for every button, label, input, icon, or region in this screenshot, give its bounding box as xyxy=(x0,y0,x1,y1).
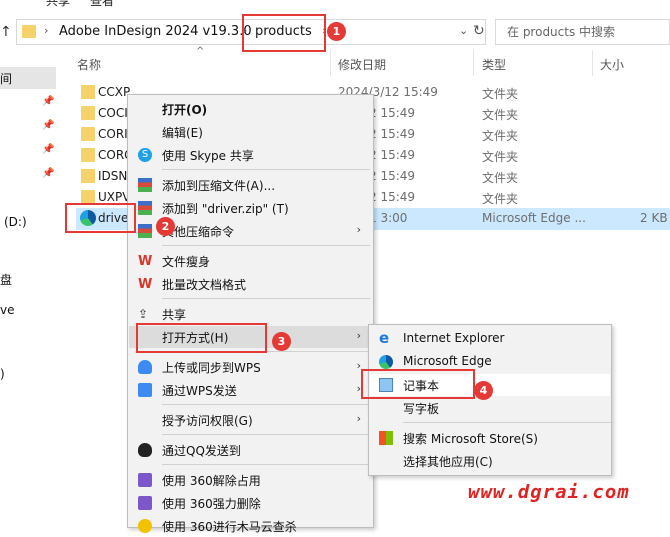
annotation-box-3 xyxy=(136,323,267,353)
menu-item-360-unlock[interactable]: 使用 360解除占用 xyxy=(129,469,373,491)
shredder-360-icon xyxy=(138,496,152,510)
annotation-box-2 xyxy=(65,203,136,233)
menu-item-edit[interactable]: 编辑(E) xyxy=(129,121,373,143)
submenu-item-store[interactable]: 搜索 Microsoft Store(S) xyxy=(370,427,610,449)
navigation-pane: 间 📌 📌 📌 📌 (D:) 盘 ve ) xyxy=(0,50,60,528)
qq-icon xyxy=(138,443,152,457)
chevron-right-icon: › xyxy=(356,223,361,236)
chevron-right-icon[interactable]: › xyxy=(44,24,48,37)
column-type[interactable]: 类型 xyxy=(482,56,506,73)
store-icon xyxy=(379,431,393,445)
column-name[interactable]: 名称 xyxy=(77,56,101,73)
search-box[interactable] xyxy=(495,19,670,45)
menu-item-slim[interactable]: W 文件瘦身 xyxy=(129,250,373,272)
file-name: UXPV xyxy=(98,190,131,204)
file-type: 文件夹 xyxy=(482,192,519,206)
folder-icon xyxy=(81,85,95,99)
edge-icon xyxy=(379,355,393,369)
cloud-icon xyxy=(138,360,152,374)
folder-icon xyxy=(81,169,95,183)
column-date[interactable]: 修改日期 xyxy=(338,56,386,73)
nav-drive-d[interactable]: (D:) xyxy=(4,215,27,229)
watermark: www.dgrai.com xyxy=(468,481,630,503)
chevron-right-icon: › xyxy=(356,329,361,342)
menu-item-open[interactable]: 打开(O) xyxy=(129,98,373,120)
menu-item-batch-convert[interactable]: W 批量改文档格式 xyxy=(129,273,373,295)
nav-item[interactable]: 间 xyxy=(0,70,12,87)
ribbon-tabs: 共享 查看 xyxy=(0,0,670,14)
pin-icon: 📌 xyxy=(42,168,55,179)
folder-icon xyxy=(22,25,36,38)
menu-item-skype[interactable]: S 使用 Skype 共享 xyxy=(129,144,373,166)
folder-icon xyxy=(81,127,95,141)
file-type: 文件夹 xyxy=(482,171,519,185)
ribbon-tab-view[interactable]: 查看 xyxy=(90,0,114,9)
ribbon-tab-share[interactable]: 共享 xyxy=(46,0,70,9)
internet-explorer-icon: e xyxy=(379,329,390,347)
folder-icon xyxy=(81,148,95,162)
search-input[interactable] xyxy=(505,24,665,40)
up-arrow-icon[interactable]: ↑ xyxy=(0,24,14,40)
nav-item[interactable]: ) xyxy=(0,367,5,381)
file-type: 文件夹 xyxy=(482,129,519,143)
column-headers: ^ 名称 修改日期 类型 大小 xyxy=(60,46,670,76)
menu-item-360-scan[interactable]: 使用 360进行木马云查杀 xyxy=(129,515,373,537)
annotation-badge-3: 3 xyxy=(272,332,291,351)
file-name: COCI xyxy=(98,106,128,120)
annotation-box-1 xyxy=(242,14,326,52)
chevron-right-icon: › xyxy=(356,412,361,425)
file-name: CORI xyxy=(98,127,128,141)
submenu-item-other-app[interactable]: 选择其他应用(C) xyxy=(370,450,610,472)
winrar-icon xyxy=(138,178,152,192)
menu-item-add-zip[interactable]: 添加到 "driver.zip" (T) xyxy=(129,197,373,219)
menu-item-grant-access[interactable]: 授予访问权限(G) › xyxy=(129,409,373,431)
file-size: 2 KB xyxy=(640,211,668,225)
menu-item-share[interactable]: ⇪ 共享 xyxy=(129,303,373,325)
menu-item-360-delete[interactable]: 使用 360强力删除 xyxy=(129,492,373,514)
submenu-item-wordpad[interactable]: 写字板 xyxy=(370,397,610,419)
pin-icon: 📌 xyxy=(42,96,55,107)
folder-icon xyxy=(81,106,95,120)
wps-icon: W xyxy=(138,254,153,269)
file-type: 文件夹 xyxy=(482,87,519,101)
breadcrumb-indesign[interactable]: Adobe InDesign 2024 v19.3.0 xyxy=(59,24,252,39)
nav-item[interactable]: ve xyxy=(0,303,14,317)
nav-item[interactable]: 盘 xyxy=(0,271,12,288)
submenu-item-ie[interactable]: e Internet Explorer xyxy=(370,328,610,350)
annotation-box-4 xyxy=(361,369,475,399)
menu-item-send-qq[interactable]: 通过QQ发送到 xyxy=(129,439,373,461)
open-with-submenu: e Internet Explorer Microsoft Edge 记事本 写… xyxy=(368,324,612,476)
context-menu: 打开(O) 编辑(E) S 使用 Skype 共享 添加到压缩文件(A)... … xyxy=(127,94,374,534)
menu-item-send-wps[interactable]: 通过WPS发送 › xyxy=(129,379,373,401)
skype-icon: S xyxy=(138,148,152,162)
refresh-icon[interactable]: ↻ xyxy=(473,23,485,39)
share-icon: ⇪ xyxy=(138,307,149,321)
annotation-badge-1: 1 xyxy=(327,22,346,41)
wps-icon: W xyxy=(138,277,153,292)
file-type: 文件夹 xyxy=(482,150,519,164)
chevron-down-icon[interactable]: ⌄ xyxy=(459,24,468,37)
annotation-badge-2: 2 xyxy=(156,217,175,236)
file-name: IDSN xyxy=(98,169,128,183)
folder-icon xyxy=(81,190,95,204)
shield-360-icon xyxy=(138,519,152,533)
lock-360-icon xyxy=(138,473,152,487)
file-type: Microsoft Edge ... xyxy=(482,211,586,225)
file-name: CCXP xyxy=(98,85,131,99)
winrar-icon xyxy=(138,224,152,238)
annotation-badge-4: 4 xyxy=(474,381,493,400)
pin-icon: 📌 xyxy=(42,144,55,155)
sort-up-icon: ^ xyxy=(196,46,205,57)
menu-item-add-archive[interactable]: 添加到压缩文件(A)... xyxy=(129,174,373,196)
winrar-icon xyxy=(138,201,152,215)
file-type: 文件夹 xyxy=(482,108,519,122)
pin-icon: 📌 xyxy=(42,120,55,131)
send-icon xyxy=(138,383,152,397)
column-size[interactable]: 大小 xyxy=(600,56,624,73)
menu-item-upload-wps[interactable]: 上传或同步到WPS › xyxy=(129,356,373,378)
